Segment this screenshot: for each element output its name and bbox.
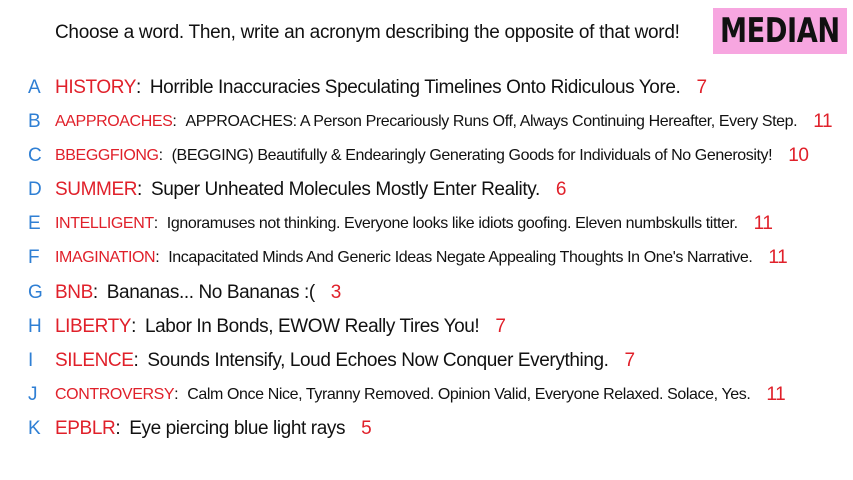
row-word: BNB: [55, 282, 93, 303]
row-letter: J: [28, 384, 38, 405]
row-colon: :: [153, 215, 158, 232]
row-score: 10: [788, 145, 809, 166]
row-score: 7: [696, 77, 707, 98]
row-acronym: APPROACHES: A Person Precariously Runs O…: [185, 113, 798, 130]
row-score: 11: [766, 384, 786, 405]
row-letter: C: [28, 145, 42, 166]
row-acronym: Ignoramuses not thinking. Everyone looks…: [166, 215, 738, 232]
row-letter: A: [28, 77, 41, 98]
list-item: I SILENCE: Sounds Intensify, Loud Echoes…: [0, 345, 853, 377]
list-item: D SUMMER: Super Unheated Molecules Mostl…: [0, 174, 853, 206]
row-letter: H: [28, 316, 42, 337]
row-word: INTELLIGENT: [55, 215, 154, 232]
list-item: C BBEGGFIONG: (BEGGING) Beautifully & En…: [0, 140, 853, 172]
row-colon: :: [155, 249, 160, 266]
row-letter: B: [28, 111, 41, 132]
row-acronym: (BEGGING) Beautifully & Endearingly Gene…: [171, 147, 773, 164]
row-score: 11: [813, 111, 833, 132]
row-word: EPBLR: [55, 418, 116, 439]
row-score: 3: [330, 282, 342, 303]
row-word: CONTROVERSY: [55, 386, 175, 403]
row-word: LIBERTY: [55, 316, 132, 337]
row-word: HISTORY: [55, 77, 136, 98]
row-word: BBEGGFIONG: [55, 147, 159, 164]
list-item: E INTELLIGENT: Ignoramuses not thinking.…: [0, 208, 853, 240]
row-word: AAPPROACHES: [55, 113, 173, 130]
list-item: G BNB: Bananas... No Bananas :( 3: [0, 277, 853, 309]
list-item: A HISTORY: Horrible Inaccuracies Specula…: [0, 72, 853, 104]
row-colon: :: [131, 316, 136, 337]
row-colon: :: [92, 282, 98, 303]
row-score: 11: [768, 247, 788, 268]
row-acronym: Eye piercing blue light rays: [129, 418, 346, 439]
list-item: J CONTROVERSY: Calm Once Nice, Tyranny R…: [0, 379, 853, 411]
row-letter: E: [28, 213, 41, 234]
prompt-text: Choose a word. Then, write an acronym de…: [55, 22, 680, 43]
row-letter: F: [28, 247, 40, 268]
row-colon: :: [158, 147, 163, 164]
row-acronym: Sounds Intensify, Loud Echoes Now Conque…: [147, 350, 609, 371]
list-item: B AAPPROACHES: APPROACHES: A Person Prec…: [0, 106, 853, 138]
row-score: 6: [555, 179, 567, 200]
list-item: H LIBERTY: Labor In Bonds, EWOW Really T…: [0, 311, 853, 343]
row-acronym: Bananas... No Bananas :(: [106, 282, 315, 303]
row-score: 7: [624, 350, 636, 371]
row-letter: G: [28, 282, 43, 303]
list-item: K EPBLR: Eye piercing blue light rays 5: [0, 413, 853, 445]
row-colon: :: [174, 386, 179, 403]
row-acronym: Calm Once Nice, Tyranny Removed. Opinion…: [187, 386, 751, 403]
row-acronym: Labor In Bonds, EWOW Really Tires You!: [144, 316, 480, 337]
row-score: 5: [361, 418, 372, 439]
row-word: SUMMER: [55, 179, 138, 200]
row-colon: :: [172, 113, 177, 130]
row-colon: :: [133, 350, 139, 371]
median-badge-label: MEDIAN: [720, 11, 840, 51]
row-colon: :: [115, 418, 121, 439]
row-acronym: Incapacitated Minds And Generic Ideas Ne…: [168, 249, 753, 266]
row-word: IMAGINATION: [55, 249, 156, 266]
row-score: 7: [495, 316, 506, 337]
list-item: F IMAGINATION: Incapacitated Minds And G…: [0, 242, 853, 274]
row-acronym: Horrible Inaccuracies Speculating Timeli…: [149, 77, 681, 98]
row-score: 11: [753, 213, 773, 234]
row-letter: K: [28, 418, 41, 439]
row-word: SILENCE: [55, 350, 134, 371]
median-badge: MEDIAN: [713, 8, 847, 54]
row-colon: :: [137, 179, 142, 200]
row-colon: :: [135, 77, 141, 98]
row-letter: D: [28, 179, 42, 200]
row-letter: I: [28, 350, 34, 371]
row-acronym: Super Unheated Molecules Mostly Enter Re…: [150, 179, 540, 200]
